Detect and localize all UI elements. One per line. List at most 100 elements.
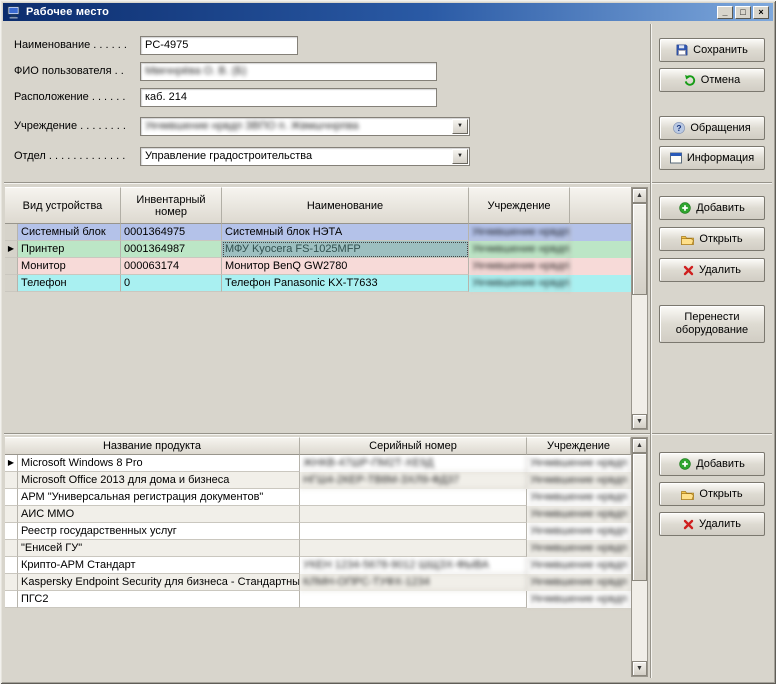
device-name-cell[interactable]: Телефон Panasonic KX-T7633 [222, 275, 469, 292]
column-header-device-name[interactable]: Наименование [222, 187, 469, 224]
product-name-cell[interactable]: АРМ "Универсальная регистрация документо… [18, 489, 300, 506]
software-org-cell-redacted[interactable]: Укчмвшение нрвдп ЗВПО [527, 506, 631, 523]
column-header-serial-number[interactable]: Серийный номер [300, 437, 527, 455]
user-fio-input[interactable]: Мвкчнрёва О. В. (Б) [140, 62, 437, 81]
information-button[interactable]: Информация [659, 146, 765, 170]
software-org-cell-redacted[interactable]: Укчмвшение нрвдп ЗВПО [527, 455, 631, 472]
software-scrollbar[interactable]: ▲ ▼ [631, 437, 648, 677]
device-org-cell-redacted[interactable]: Укчмвшение нрвдп ЗВПО [469, 241, 570, 258]
software-org-cell-redacted[interactable]: Укчмвшение нрвдп ЗВПО [527, 489, 631, 506]
software-row[interactable]: Kaspersky Endpoint Security для бизнеса … [5, 574, 631, 591]
software-row[interactable]: ПГС2 Укчмвшение нрвдп ЗВПО [5, 591, 631, 608]
location-value: каб. 214 [145, 91, 187, 103]
scroll-track[interactable] [632, 453, 647, 661]
chevron-down-icon[interactable]: ▼ [452, 149, 468, 164]
device-name-cell[interactable]: МФУ Kyocera FS-1025MFP [222, 241, 469, 258]
row-marker [5, 540, 18, 557]
device-add-button[interactable]: Добавить [659, 196, 765, 220]
device-row[interactable]: Монитор 000063174 Монитор BenQ GW2780 Укчмв… [5, 258, 631, 275]
column-header-product-name[interactable]: Название продукта [5, 437, 300, 455]
serial-number-cell[interactable] [300, 489, 527, 506]
location-input[interactable]: каб. 214 [140, 88, 437, 107]
close-button[interactable]: × [753, 5, 769, 19]
device-org-cell-redacted[interactable]: Укчмвшение нрвдп ЗВПО [469, 258, 570, 275]
scroll-thumb[interactable] [632, 453, 647, 581]
device-type-cell[interactable]: Монитор [18, 258, 121, 275]
column-header-software-org[interactable]: Учреждение [527, 437, 631, 455]
column-header-device-org[interactable]: Учреждение [469, 187, 570, 224]
software-row[interactable]: ▶ Microsoft Windows 8 Pro ЖНКВ-47ШР-ПМ2Т-Х… [5, 455, 631, 472]
device-row[interactable]: Телефон 0 Телефон Panasonic KX-T7633 Укчмвш… [5, 275, 631, 292]
serial-number-cell[interactable] [300, 540, 527, 557]
product-name-cell[interactable]: Реестр государственных услуг [18, 523, 300, 540]
scroll-thumb[interactable] [632, 203, 647, 295]
save-button[interactable]: Сохранить [659, 38, 765, 62]
product-name-cell[interactable]: Kaspersky Endpoint Security для бизнеса … [18, 574, 300, 591]
software-org-cell-redacted[interactable]: Укчмвшение нрвдп ЗВПО [527, 523, 631, 540]
title-bar[interactable]: Рабочее место _ □ × [3, 3, 773, 21]
device-inventory-cell[interactable]: 0001364975 [121, 224, 222, 241]
device-org-cell-redacted[interactable]: Укчмвшение нрвдп ЗВПО [469, 275, 570, 292]
chevron-down-icon[interactable]: ▼ [452, 119, 468, 134]
device-name-cell[interactable]: Монитор BenQ GW2780 [222, 258, 469, 275]
serial-number-cell[interactable] [300, 506, 527, 523]
device-row[interactable]: Системный блок 0001364975 Системный блок Н… [5, 224, 631, 241]
software-row[interactable]: "Енисей ГУ" Укчмвшение нрвдп ЗВПО [5, 540, 631, 557]
product-name-cell[interactable]: ПГС2 [18, 591, 300, 608]
product-name-cell[interactable]: Microsoft Windows 8 Pro [18, 455, 300, 472]
serial-number-cell-redacted[interactable]: ЖНКВ-47ШР-ПМ2Т-ХЕ9Д [300, 455, 527, 472]
column-header-inventory-number[interactable]: Инвентарный номер [121, 187, 222, 224]
device-open-button[interactable]: Открыть [659, 227, 765, 251]
scroll-up-icon[interactable]: ▲ [632, 438, 647, 453]
name-input[interactable]: PC-4975 [140, 36, 298, 55]
appeals-button[interactable]: ? Обращения [659, 116, 765, 140]
product-name-cell[interactable]: "Енисей ГУ" [18, 540, 300, 557]
product-name-cell[interactable]: АИС ММО [18, 506, 300, 523]
product-name-cell[interactable]: Microsoft Office 2013 для дома и бизнеса [18, 472, 300, 489]
column-header-device-type[interactable]: Вид устройства [5, 187, 121, 224]
software-open-button[interactable]: Открыть [659, 482, 765, 506]
device-delete-button[interactable]: Удалить [659, 258, 765, 282]
maximize-button[interactable]: □ [735, 5, 751, 19]
software-org-cell-redacted[interactable]: Укчмвшение нрвдп ЗВПО [527, 540, 631, 557]
product-name-cell[interactable]: Крипто-АРМ Стандарт [18, 557, 300, 574]
serial-number-cell-redacted[interactable]: УКЕН 1234-5678-9012 ШЩЗХ-ФЫВА [300, 557, 527, 574]
software-org-cell-redacted[interactable]: Укчмвшение нрвдп ЗВПО [527, 472, 631, 489]
software-org-cell-redacted[interactable]: Укчмвшение нрвдп ЗВПО [527, 574, 631, 591]
device-type-cell[interactable]: Принтер [18, 241, 121, 258]
device-org-cell-redacted[interactable]: Укчмвшение нрвдп ЗВПО [469, 224, 570, 241]
scroll-down-icon[interactable]: ▼ [632, 661, 647, 676]
software-delete-button[interactable]: Удалить [659, 512, 765, 536]
devices-scrollbar[interactable]: ▲ ▼ [631, 187, 648, 430]
device-name-cell[interactable]: Системный блок НЭТА [222, 224, 469, 241]
software-row[interactable]: АРМ "Универсальная регистрация документо… [5, 489, 631, 506]
software-row[interactable]: АИС ММО Укчмвшение нрвдп ЗВПО [5, 506, 631, 523]
cancel-button[interactable]: Отмена [659, 68, 765, 92]
transfer-equipment-button[interactable]: Перенести оборудование [659, 305, 765, 343]
device-inventory-cell[interactable]: 000063174 [121, 258, 222, 275]
app-window: Рабочее место _ □ × Наименование . . . .… [0, 0, 776, 684]
row-marker [5, 224, 18, 241]
serial-number-cell-redacted[interactable]: КЛМН-ОПРС-ТУФХ-1234 [300, 574, 527, 591]
device-type-cell[interactable]: Системный блок [18, 224, 121, 241]
serial-number-cell[interactable] [300, 591, 527, 608]
scroll-down-icon[interactable]: ▼ [632, 414, 647, 429]
scroll-up-icon[interactable]: ▲ [632, 188, 647, 203]
device-inventory-cell[interactable]: 0001364987 [121, 241, 222, 258]
scroll-track[interactable] [632, 203, 647, 414]
serial-number-cell-redacted[interactable]: НГШ4-2КЕР-ТВ8М-ЗХЛ9-ФД37 [300, 472, 527, 489]
serial-number-cell[interactable] [300, 523, 527, 540]
organization-combobox[interactable]: Укчмвшение нрвдп ЗВПО п. Жвмшчнрпва ▼ [140, 117, 470, 136]
device-inventory-cell[interactable]: 0 [121, 275, 222, 292]
software-org-cell-redacted[interactable]: Укчмвшение нрвдп ЗВПО [527, 591, 631, 608]
software-org-cell-redacted[interactable]: Укчмвшение нрвдп ЗВПО [527, 557, 631, 574]
software-add-button[interactable]: Добавить [659, 452, 765, 476]
software-row[interactable]: Microsoft Office 2013 для дома и бизнеса… [5, 472, 631, 489]
device-type-cell[interactable]: Телефон [18, 275, 121, 292]
department-combobox[interactable]: Управление градостроительства ▼ [140, 147, 470, 166]
software-row[interactable]: Реестр государственных услуг Укчмвшение н… [5, 523, 631, 540]
software-row[interactable]: Крипто-АРМ Стандарт УКЕН 1234-5678-9012 Ш… [5, 557, 631, 574]
device-row[interactable]: ▶ Принтер 0001364987 МФУ Kyocera FS-1025MFP… [5, 241, 631, 258]
info-window-icon [669, 152, 682, 164]
minimize-button[interactable]: _ [717, 5, 733, 19]
